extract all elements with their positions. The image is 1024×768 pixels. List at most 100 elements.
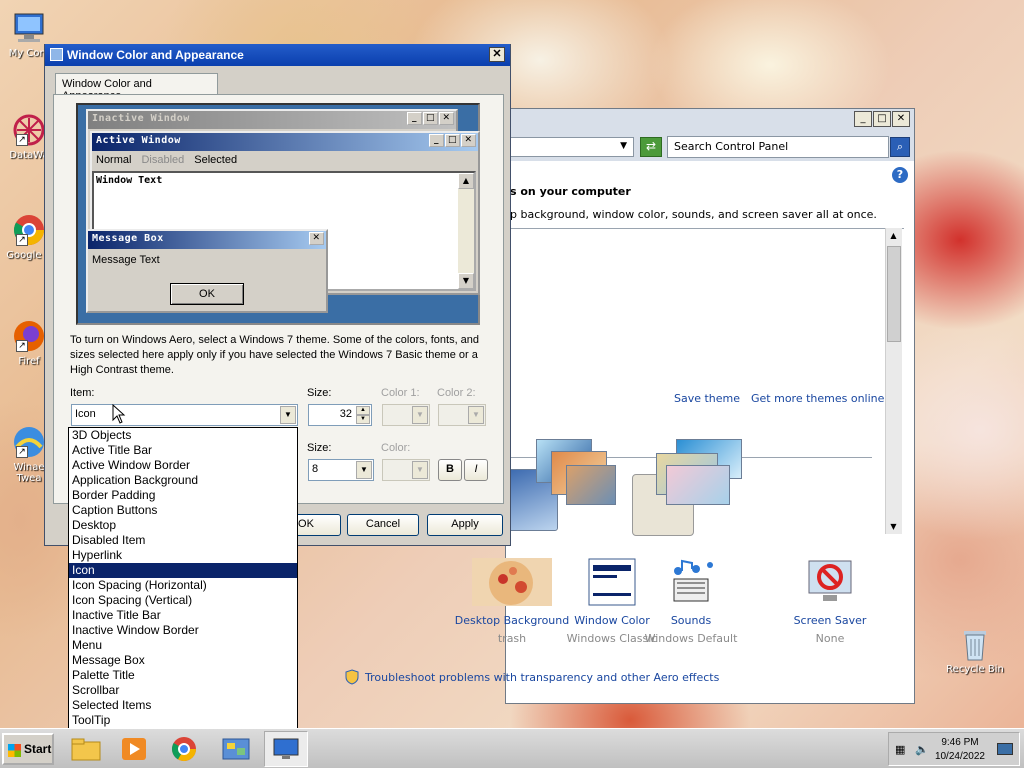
- active-window-controls: _ □ ✕: [429, 134, 476, 147]
- clock[interactable]: 9:46 PM 10/24/2022: [935, 736, 985, 764]
- aero-description: To turn on Windows Aero, select a Window…: [70, 334, 480, 376]
- close-icon[interactable]: ✕: [489, 47, 505, 62]
- font-size-select[interactable]: 8 ▼: [308, 459, 374, 481]
- menu-selected[interactable]: Selected: [194, 154, 237, 166]
- minimize-icon[interactable]: _: [407, 112, 422, 125]
- appearance-preview[interactable]: Inactive Window _ □ ✕ Active Window _ □ ✕ No…: [76, 103, 480, 325]
- chevron-down-icon[interactable]: ▼: [356, 461, 372, 479]
- item-option[interactable]: Active Title Bar: [69, 443, 297, 458]
- spin-down-icon[interactable]: ▼: [356, 415, 370, 424]
- minimize-icon[interactable]: _: [854, 111, 872, 127]
- desktop-icon-recycle-bin[interactable]: Recycle Bin: [944, 626, 1006, 675]
- maximize-icon[interactable]: □: [873, 111, 891, 127]
- apply-button[interactable]: Apply: [427, 514, 503, 536]
- refresh-icon[interactable]: ⇄: [640, 137, 662, 157]
- taskbar-personalization[interactable]: [264, 731, 308, 767]
- color1-picker[interactable]: ▼: [382, 404, 430, 426]
- item-option[interactable]: Active Window Border: [69, 458, 297, 473]
- search-icon[interactable]: ⌕: [890, 137, 910, 157]
- chevron-down-icon[interactable]: ▼: [620, 141, 627, 151]
- scroll-up-icon[interactable]: ▲: [886, 228, 901, 243]
- active-title-bar[interactable]: Active Window _ □ ✕: [92, 133, 478, 151]
- sounds-value: Windows Default: [644, 632, 738, 645]
- chevron-down-icon[interactable]: ▼: [280, 406, 296, 424]
- menu-normal[interactable]: Normal: [96, 154, 131, 166]
- taskbar-explorer[interactable]: [64, 731, 108, 767]
- size-spinner[interactable]: ▲ ▼: [356, 406, 370, 424]
- message-box-title-bar[interactable]: Message Box ✕: [88, 231, 326, 249]
- start-button[interactable]: Start: [2, 733, 54, 765]
- address-bar[interactable]: ▼: [506, 137, 634, 157]
- scroll-down-icon[interactable]: ▼: [886, 519, 901, 534]
- volume-icon[interactable]: 🔈: [915, 743, 929, 757]
- item-select[interactable]: Icon ▼: [71, 404, 298, 426]
- menu-disabled[interactable]: Disabled: [141, 154, 184, 166]
- italic-button[interactable]: I: [464, 459, 488, 481]
- theme-list-scrollbar[interactable]: ▲ ▼: [885, 228, 902, 534]
- tab-window-color-appearance[interactable]: Window Color and Appearance: [55, 73, 218, 102]
- theme-list[interactable]: Save theme Get more themes online: [506, 228, 904, 536]
- help-icon[interactable]: ?: [892, 167, 908, 183]
- troubleshoot-link[interactable]: Troubleshoot problems with transparency …: [365, 671, 719, 684]
- maximize-icon[interactable]: □: [445, 134, 460, 147]
- preview-ok-button[interactable]: OK: [170, 283, 244, 305]
- item-option[interactable]: Inactive Window Border: [69, 623, 297, 638]
- scroll-down-icon[interactable]: ▼: [458, 273, 474, 289]
- message-box-preview[interactable]: Message Box ✕ Message Text OK: [86, 229, 328, 313]
- search-input[interactable]: Search Control Panel: [667, 136, 889, 158]
- item-option[interactable]: Desktop: [69, 518, 297, 533]
- item-option[interactable]: Icon Spacing (Vertical): [69, 593, 297, 608]
- item-option[interactable]: Message Box: [69, 653, 297, 668]
- close-icon[interactable]: ✕: [461, 134, 476, 147]
- item-option[interactable]: Application Background: [69, 473, 297, 488]
- size-stepper[interactable]: 32 ▲ ▼: [308, 404, 372, 426]
- item-option[interactable]: 3D Objects: [69, 428, 297, 443]
- item-option[interactable]: Caption Buttons: [69, 503, 297, 518]
- item-option[interactable]: Disabled Item: [69, 533, 297, 548]
- chevron-down-icon[interactable]: ▼: [468, 406, 484, 424]
- desktop-background-icon: [472, 558, 552, 606]
- inactive-title-bar[interactable]: Inactive Window _ □ ✕: [88, 111, 456, 129]
- item-option[interactable]: Icon Spacing (Horizontal): [69, 578, 297, 593]
- font-color-picker[interactable]: ▼: [382, 459, 430, 481]
- chevron-down-icon[interactable]: ▼: [412, 461, 428, 479]
- taskbar-control-panel[interactable]: [214, 731, 258, 767]
- item-option[interactable]: Border Padding: [69, 488, 297, 503]
- item-dropdown-list[interactable]: 3D Objects Active Title Bar Active Window …: [68, 427, 298, 744]
- item-option[interactable]: Scrollbar: [69, 683, 297, 698]
- dialog-titlebar[interactable]: Window Color and Appearance ✕: [45, 44, 510, 66]
- get-more-themes-link[interactable]: Get more themes online: [751, 392, 884, 405]
- windows-logo-icon: [8, 744, 21, 757]
- cancel-button[interactable]: Cancel: [347, 514, 419, 536]
- sounds-item[interactable]: Sounds Windows Default: [631, 557, 751, 645]
- bold-button[interactable]: B: [438, 459, 462, 481]
- taskbar-media-player[interactable]: [112, 731, 156, 767]
- item-option[interactable]: Palette Title: [69, 668, 297, 683]
- chevron-down-icon[interactable]: ▼: [412, 406, 428, 424]
- save-theme-link[interactable]: Save theme: [674, 392, 740, 405]
- spin-up-icon[interactable]: ▲: [356, 406, 370, 415]
- screen-saver-item[interactable]: Screen Saver None: [770, 557, 890, 645]
- screen-saver-label[interactable]: Screen Saver: [770, 614, 890, 627]
- close-icon[interactable]: ✕: [439, 112, 454, 125]
- sounds-label[interactable]: Sounds: [631, 614, 751, 627]
- minimize-icon[interactable]: _: [429, 134, 444, 147]
- preview-scrollbar[interactable]: ▲ ▼: [458, 173, 474, 289]
- scroll-up-icon[interactable]: ▲: [458, 173, 474, 189]
- preview-menu-bar[interactable]: Normal Disabled Selected: [92, 151, 478, 169]
- maximize-icon[interactable]: □: [423, 112, 438, 125]
- scroll-thumb[interactable]: [887, 246, 901, 342]
- color2-picker[interactable]: ▼: [438, 404, 486, 426]
- message-box-title: Message Box: [92, 233, 164, 244]
- item-option[interactable]: Menu: [69, 638, 297, 653]
- item-option[interactable]: Selected Items: [69, 698, 297, 713]
- close-icon[interactable]: ✕: [309, 232, 324, 245]
- item-option[interactable]: Icon: [69, 563, 297, 578]
- item-option[interactable]: Inactive Title Bar: [69, 608, 297, 623]
- taskbar-chrome[interactable]: [162, 731, 206, 767]
- network-icon[interactable]: ▦: [895, 743, 909, 757]
- item-option[interactable]: Hyperlink: [69, 548, 297, 563]
- close-icon[interactable]: ✕: [892, 111, 910, 127]
- show-desktop-icon[interactable]: [997, 743, 1013, 755]
- item-option[interactable]: ToolTip: [69, 713, 297, 728]
